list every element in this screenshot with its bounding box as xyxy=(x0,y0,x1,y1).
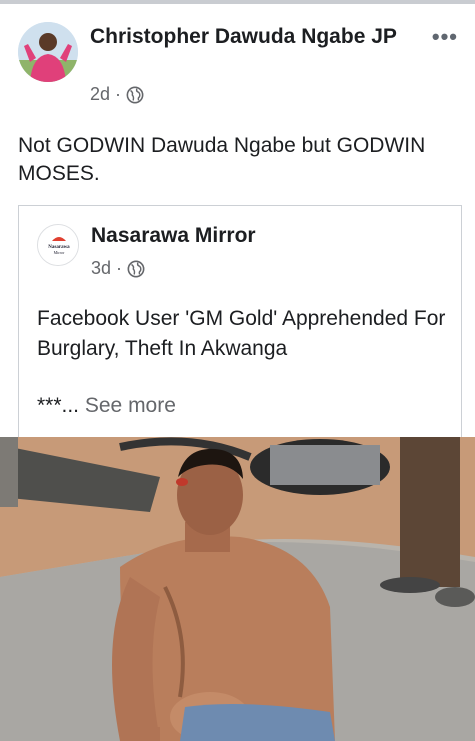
shared-time[interactable]: 3d xyxy=(91,258,111,279)
shared-post[interactable]: Nasarawa Mirror Nasarawa Mirror 3d · Fac… xyxy=(18,205,462,437)
post-photo[interactable] xyxy=(0,437,475,741)
shared-meta: 3d · xyxy=(91,258,145,279)
meta-separator: · xyxy=(115,84,122,104)
more-options-icon[interactable]: ••• xyxy=(432,24,458,50)
shared-truncation-row: ***... See more xyxy=(37,394,176,418)
post-text: Not GODWIN Dawuda Ngabe but GODWIN MOSES… xyxy=(18,134,426,185)
author-avatar[interactable] xyxy=(18,22,78,82)
post-time[interactable]: 2d xyxy=(90,84,110,105)
truncated-text: ***... xyxy=(37,394,80,417)
top-divider xyxy=(0,0,475,4)
shared-meta-separator: · xyxy=(116,258,123,278)
avatar-text-line2: Mirror xyxy=(54,250,65,255)
post-header: Christopher Dawuda Ngabe JP 2d · ••• xyxy=(18,22,458,112)
post-meta: 2d · xyxy=(90,84,144,105)
shared-text: Facebook User 'GM Gold' Apprehended For … xyxy=(37,307,446,360)
author-name[interactable]: Christopher Dawuda Ngabe JP xyxy=(90,24,410,50)
see-more-link[interactable]: See more xyxy=(79,394,176,417)
shared-page-name[interactable]: Nasarawa Mirror xyxy=(91,224,256,248)
shared-page-avatar[interactable]: Nasarawa Mirror xyxy=(37,224,79,266)
globe-icon xyxy=(127,260,145,277)
globe-icon xyxy=(126,86,144,103)
